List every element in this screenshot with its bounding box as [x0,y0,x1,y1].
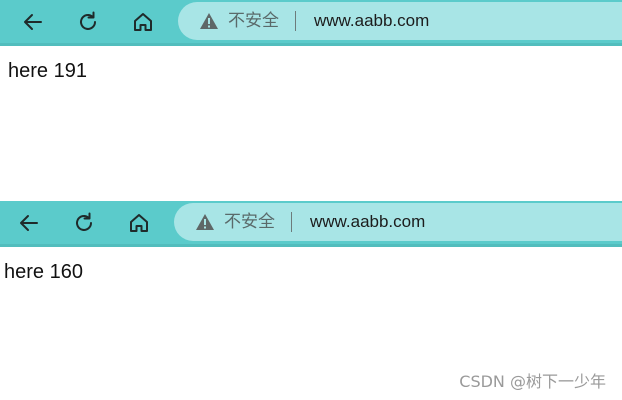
page-content-text: here 160 [4,261,83,283]
arrow-left-icon [24,14,42,30]
url-text[interactable]: www.aabb.com [314,11,429,31]
security-status-label[interactable]: 不安全 [224,212,275,232]
home-button[interactable] [123,207,155,239]
home-icon [130,214,148,232]
warning-triangle-icon [196,214,214,230]
browser-toolbar: 不安全 www.aabb.com [0,0,622,46]
csdn-watermark: CSDN @树下一少年 [459,372,606,391]
screenshot-page: 不安全 www.aabb.com here 191 不安全 www.aabb.c… [0,0,622,400]
security-status-label[interactable]: 不安全 [228,11,279,31]
refresh-icon [76,212,92,231]
address-divider [291,212,292,232]
page-content-text: here 191 [8,60,87,82]
home-button[interactable] [127,6,159,38]
address-bar[interactable]: 不安全 www.aabb.com [178,2,622,40]
refresh-button[interactable] [68,207,100,239]
browser-window-1: 不安全 www.aabb.com here 191 [0,0,622,82]
url-text[interactable]: www.aabb.com [310,212,425,232]
address-divider [295,11,296,31]
refresh-icon [80,11,96,30]
refresh-button[interactable] [72,6,104,38]
browser-toolbar: 不安全 www.aabb.com [0,201,622,247]
arrow-left-icon [20,215,38,231]
home-icon [134,13,152,31]
warning-triangle-icon [200,13,218,29]
back-button[interactable] [17,6,49,38]
browser-window-2: 不安全 www.aabb.com here 160 [0,201,622,283]
back-button[interactable] [13,207,45,239]
address-bar[interactable]: 不安全 www.aabb.com [174,203,622,241]
